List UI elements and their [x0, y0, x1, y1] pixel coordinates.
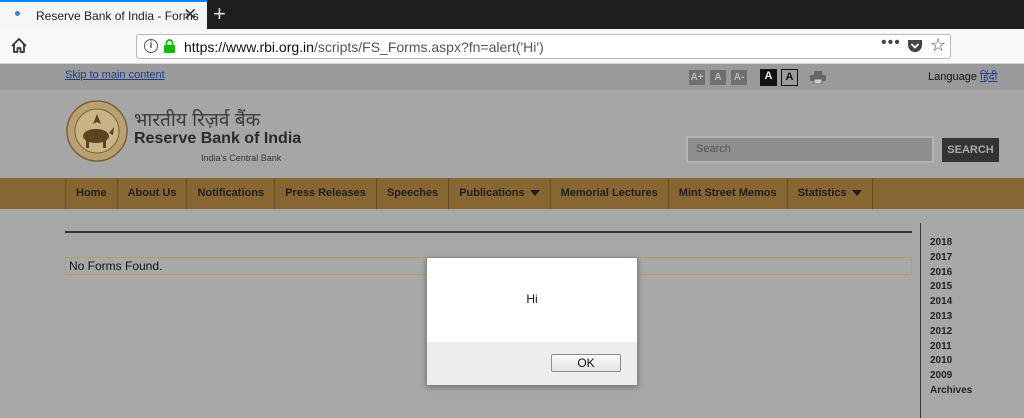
sidebar-divider — [920, 223, 921, 418]
normal-contrast-button[interactable]: A — [781, 69, 798, 86]
year-list: 2018 2017 2016 2015 2014 2013 2012 2011 … — [930, 236, 972, 399]
high-contrast-button[interactable]: A — [760, 69, 777, 86]
nav-label: Speeches — [386, 187, 439, 199]
nav-item-publications[interactable]: Publications — [449, 178, 551, 209]
hindi-bank-name: भारतीय रिज़र्व बैंक — [134, 110, 261, 131]
tab-close-icon[interactable]: ✕ — [183, 5, 197, 25]
font-decrease-button[interactable]: A- — [731, 70, 747, 85]
nav-item-notifications[interactable]: Notifications — [187, 178, 276, 209]
search-input[interactable]: Search — [686, 136, 934, 163]
year-link-2011[interactable]: 2011 — [930, 340, 972, 355]
nav-item-speeches[interactable]: Speeches — [377, 178, 450, 209]
english-bank-name: Reserve Bank of India — [134, 130, 302, 147]
nav-item-mint-street-memos[interactable]: Mint Street Memos — [669, 178, 788, 209]
page-actions-icon[interactable]: ••• — [881, 34, 901, 52]
lock-icon[interactable] — [163, 39, 176, 53]
address-bar[interactable]: i https://www.rbi.org.in/scripts/FS_Form… — [136, 34, 951, 59]
nav-item-press-releases[interactable]: Press Releases — [275, 178, 377, 209]
info-icon[interactable]: i — [144, 39, 158, 53]
alert-dialog: Hi OK — [426, 257, 638, 385]
url-path: /scripts/FS_Forms.aspx?fn=alert('Hi') — [313, 39, 544, 55]
tagline: India's Central Bank — [201, 153, 282, 163]
search-button[interactable]: SEARCH — [942, 138, 999, 162]
browser-tab[interactable]: Reserve Bank of India - Forms ✕ — [0, 0, 207, 29]
chevron-down-icon — [851, 190, 862, 197]
alert-footer: OK — [427, 342, 637, 385]
font-increase-button[interactable]: A+ — [689, 70, 705, 85]
skip-to-content-link[interactable]: Skip to main content — [65, 69, 165, 81]
year-link-2013[interactable]: 2013 — [930, 310, 972, 325]
year-link-2009[interactable]: 2009 — [930, 369, 972, 384]
ok-button[interactable]: OK — [551, 354, 621, 372]
year-link-2010[interactable]: 2010 — [930, 354, 972, 369]
nav-label: About Us — [127, 187, 177, 199]
site-header: भारतीय रिज़र्व बैंक Reserve Bank of Indi… — [0, 90, 1024, 178]
tab-title: Reserve Bank of India - Forms — [36, 9, 199, 23]
font-normal-button[interactable]: A — [710, 70, 726, 85]
year-link-2017[interactable]: 2017 — [930, 251, 972, 266]
pocket-icon[interactable] — [907, 39, 923, 54]
nav-label: Home — [76, 187, 107, 199]
year-link-2012[interactable]: 2012 — [930, 325, 972, 340]
nav-label: Mint Street Memos — [678, 187, 777, 199]
nav-label: Publications — [459, 187, 525, 199]
utility-bar: Skip to main content A+ A A- A A Languag… — [0, 64, 1024, 90]
bookmark-star-icon[interactable]: ☆ — [930, 35, 946, 56]
rbi-emblem-logo[interactable] — [66, 100, 128, 162]
home-icon[interactable] — [9, 36, 29, 56]
main-navigation: Home About Us Notifications Press Releas… — [0, 178, 1024, 209]
hindi-language-link[interactable]: हिंदी — [980, 71, 997, 83]
tab-bar: Reserve Bank of India - Forms ✕ + — [0, 0, 1024, 29]
archives-link[interactable]: Archives — [930, 384, 972, 399]
divider — [65, 231, 912, 233]
nav-label: Press Releases — [285, 187, 366, 199]
browser-toolbar: i https://www.rbi.org.in/scripts/FS_Form… — [0, 29, 1024, 64]
printer-icon[interactable] — [810, 71, 826, 84]
year-link-2014[interactable]: 2014 — [930, 295, 972, 310]
language-label: Language — [928, 71, 977, 83]
nav-item-about-us[interactable]: About Us — [118, 178, 188, 209]
year-link-2015[interactable]: 2015 — [930, 280, 972, 295]
nav-item-memorial-lectures[interactable]: Memorial Lectures — [551, 178, 669, 209]
chevron-down-icon — [529, 190, 540, 197]
new-tab-button[interactable]: + — [213, 1, 226, 27]
favicon-icon — [15, 11, 20, 16]
url-domain: https://www.rbi.org.in — [184, 39, 314, 55]
nav-label: Memorial Lectures — [560, 187, 658, 199]
language-selector: Language हिंदी — [928, 69, 997, 84]
url-text[interactable]: https://www.rbi.org.in/scripts/FS_Forms.… — [184, 39, 544, 55]
nav-item-home[interactable]: Home — [66, 178, 118, 209]
year-link-2018[interactable]: 2018 — [930, 236, 972, 251]
nav-label: Notifications — [197, 187, 265, 199]
year-link-2016[interactable]: 2016 — [930, 266, 972, 281]
alert-message: Hi — [526, 292, 538, 306]
nav-label: Statistics — [797, 187, 847, 199]
nav-item-statistics[interactable]: Statistics — [788, 178, 873, 209]
